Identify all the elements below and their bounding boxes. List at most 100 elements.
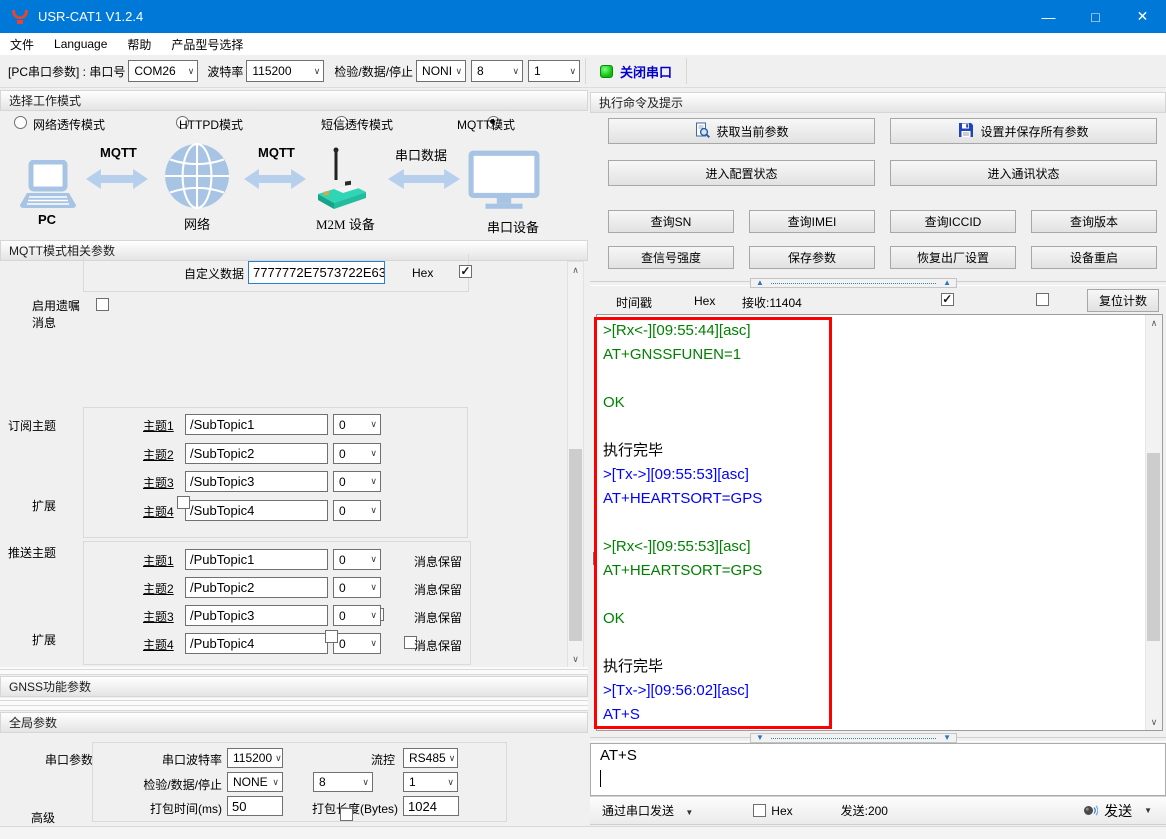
radio-sms-mode-label: 短信透传模式 (321, 116, 393, 133)
menu-file[interactable]: 文件 (0, 36, 44, 53)
maximize-button[interactable]: □ (1072, 0, 1119, 33)
send-input[interactable]: AT+S (590, 743, 1166, 796)
pub-topic3-input[interactable]: /PubTopic3 (185, 605, 328, 626)
triangle-down-icon: ▼ (943, 734, 951, 742)
advanced-checkbox[interactable] (340, 808, 353, 821)
query-signal-button[interactable]: 查信号强度 (608, 246, 734, 269)
sub-expand-checkbox[interactable] (177, 496, 190, 509)
log-line: >[Rx<-][09:55:53][asc] (603, 535, 1142, 559)
flow-control-combo[interactable]: RS485∨ (403, 748, 458, 768)
sub-topic3-input[interactable]: /SubTopic3 (185, 471, 328, 492)
sub-topic2-input[interactable]: /SubTopic2 (185, 443, 328, 464)
sub-topic3-qos-combo[interactable]: 0∨ (333, 471, 381, 492)
get-params-label: 获取当前参数 (716, 123, 788, 140)
factory-reset-label: 恢复出厂设置 (917, 249, 989, 266)
scrollbar-thumb[interactable] (1147, 453, 1160, 641)
radio-net-mode[interactable] (14, 116, 27, 129)
chevron-down-icon: ∨ (370, 448, 377, 459)
pub-expand-checkbox[interactable] (325, 630, 338, 643)
mqtt-panel-scrollbar[interactable]: ∧ ∨ (567, 261, 584, 668)
scroll-up-icon[interactable]: ∧ (1146, 315, 1162, 331)
log-splitter-handle[interactable]: ▲ ▲ (750, 278, 957, 288)
send-splitter-handle[interactable]: ▼ ▼ (750, 733, 957, 743)
custom-data-hex-checkbox[interactable] (459, 265, 472, 278)
reset-count-button[interactable]: 复位计数 (1087, 289, 1159, 312)
sub-topic1-input[interactable]: /SubTopic1 (185, 414, 328, 435)
databits-combo[interactable]: 8∨ (471, 60, 523, 82)
send-button[interactable]: 发送 ▼ (1083, 801, 1152, 821)
custom-data-input[interactable]: 7777772E7573722E636E (248, 261, 385, 284)
pub-topic4-input[interactable]: /PubTopic4 (185, 633, 328, 654)
packlen-input[interactable]: 1024 (403, 796, 459, 816)
log-scrollbar[interactable]: ∧ ∨ (1145, 315, 1162, 730)
global-stopbits-combo[interactable]: 1∨ (403, 772, 458, 792)
menu-language[interactable]: Language (44, 37, 117, 51)
pub-topic1-qos-combo[interactable]: 0∨ (333, 549, 381, 570)
reboot-button[interactable]: 设备重启 (1031, 246, 1157, 269)
global-parity-combo[interactable]: NONE∨ (227, 772, 283, 792)
pub-topic2-input[interactable]: /PubTopic2 (185, 577, 328, 598)
close-button[interactable]: ✕ (1119, 0, 1166, 33)
save-params-button[interactable]: 保存参数 (749, 246, 875, 269)
window-title: USR-CAT1 V1.2.4 (38, 9, 143, 24)
section-splitter[interactable] (0, 667, 588, 675)
log-hex-checkbox[interactable] (1036, 293, 1049, 306)
sub-topic4-qos-combo[interactable]: 0∨ (333, 500, 381, 521)
enter-config-button[interactable]: 进入配置状态 (608, 160, 875, 186)
sub-topic4-input[interactable]: /SubTopic4 (185, 500, 328, 521)
global-baud-combo[interactable]: 115200∨ (227, 748, 283, 768)
reboot-label: 设备重启 (1070, 249, 1118, 266)
query-iccid-button[interactable]: 查询ICCID (890, 210, 1016, 233)
diagram-link3-label: 串口数据 (395, 145, 447, 164)
scroll-up-icon[interactable]: ∧ (568, 262, 583, 278)
custom-data-label: 自定义数据 (160, 265, 244, 282)
close-port-button[interactable]: 关闭串口 (591, 58, 681, 84)
section-splitter[interactable] (0, 698, 588, 711)
send-hex-checkbox[interactable] (753, 804, 766, 817)
pub-topic3-qos-combo[interactable]: 0∨ (333, 605, 381, 626)
chevron-down-icon: ∨ (455, 66, 462, 77)
pub-topic2-qos-combo[interactable]: 0∨ (333, 577, 381, 598)
parity-label: 检验/数据/停止 (334, 63, 413, 80)
get-params-button[interactable]: 获取当前参数 (608, 118, 875, 144)
sub-topic2-qos-combo[interactable]: 0∨ (333, 443, 381, 464)
enter-comm-button[interactable]: 进入通讯状态 (890, 160, 1157, 186)
parity-combo[interactable]: NONI∨ (416, 60, 466, 82)
chevron-down-icon: ∨ (272, 777, 279, 788)
window-controls: — □ ✕ (1025, 0, 1166, 33)
sub-topic1-qos-combo[interactable]: 0∨ (333, 414, 381, 435)
scroll-down-icon[interactable]: ∨ (1146, 714, 1162, 730)
log-line: >[Tx->][09:56:02][asc] (603, 679, 1142, 703)
set-save-params-button[interactable]: 设置并保存所有参数 (890, 118, 1157, 144)
minimize-button[interactable]: — (1025, 0, 1072, 33)
global-databits-combo[interactable]: 8∨ (313, 772, 373, 792)
port-combo[interactable]: COM26∨ (128, 60, 198, 82)
pub-topic4-qos-combo[interactable]: 0∨ (333, 633, 381, 654)
scrollbar-thumb[interactable] (569, 449, 582, 641)
app-logo-icon (11, 9, 29, 25)
factory-reset-button[interactable]: 恢复出厂设置 (890, 246, 1016, 269)
pub-topic4-label: 主题4 (143, 636, 174, 653)
pub-topic1-input[interactable]: /PubTopic1 (185, 549, 328, 570)
sub-topic2-qos: 0 (339, 447, 346, 461)
log-line: >[Rx<-][09:55:44][asc] (603, 319, 1142, 343)
log-output[interactable]: >[Rx<-][09:55:44][asc]AT+GNSSFUNEN=1 OK … (596, 314, 1163, 731)
log-line (603, 367, 1142, 391)
query-imei-button[interactable]: 查询IMEI (749, 210, 875, 233)
will-message-checkbox[interactable] (96, 298, 109, 311)
send-via-serial-dropdown[interactable]: 通过串口发送 ▼ (602, 802, 693, 819)
baud-combo[interactable]: 115200∨ (246, 60, 324, 82)
menu-help[interactable]: 帮助 (117, 36, 161, 53)
query-sn-button[interactable]: 查询SN (608, 210, 734, 233)
flow-control-value: RS485 (409, 751, 446, 765)
query-version-button[interactable]: 查询版本 (1031, 210, 1157, 233)
stopbits-combo[interactable]: 1∨ (528, 60, 580, 82)
scroll-down-icon[interactable]: ∨ (568, 651, 583, 667)
sub-topic4-label: 主题4 (143, 503, 174, 520)
menu-product-model[interactable]: 产品型号选择 (161, 36, 253, 53)
packtime-label: 打包时间(ms) (120, 800, 222, 817)
log-line: 执行完毕 (603, 439, 1142, 463)
timestamp-checkbox[interactable] (941, 293, 954, 306)
packtime-input[interactable]: 50 (227, 796, 283, 816)
chevron-down-icon: ∨ (188, 66, 195, 77)
